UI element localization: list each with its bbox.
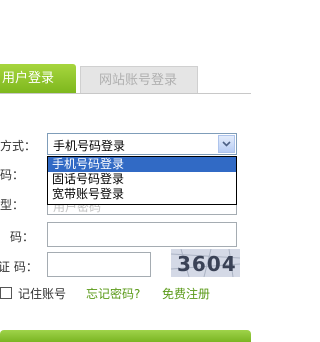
login-type-label: 方式：	[0, 139, 37, 153]
tab-divider	[0, 93, 251, 94]
login-button[interactable]	[0, 330, 251, 342]
tab-bar: 用户登录 网站账号登录	[0, 0, 251, 94]
account-label: 号码：	[0, 168, 25, 182]
forgot-password-link[interactable]: 忘记密码?	[86, 285, 140, 302]
login-type-dropdown: 手机号码登录 固话号码登录 宽带账号登录	[47, 156, 237, 205]
option-broadband[interactable]: 宽带账号登录	[48, 187, 236, 202]
option-landline[interactable]: 固话号码登录	[48, 172, 236, 187]
captcha-text: 3604	[177, 252, 237, 276]
password-type-label: 类型：	[0, 198, 25, 212]
tab-user-login[interactable]: 用户登录	[0, 64, 76, 94]
option-mobile[interactable]: 手机号码登录	[48, 157, 236, 172]
register-link[interactable]: 免费注册	[162, 285, 210, 302]
captcha-label: 证 码：	[0, 260, 38, 274]
chevron-down-icon[interactable]	[218, 135, 235, 153]
login-type-select[interactable]: 手机号码登录	[47, 133, 237, 155]
tab-website-account-login[interactable]: 网站账号登录	[80, 66, 198, 94]
remember-label: 记住账号	[18, 287, 67, 301]
password-label: 码：	[10, 230, 35, 244]
password-input[interactable]	[47, 222, 237, 247]
remember-checkbox[interactable]	[0, 287, 12, 299]
captcha-image[interactable]: 3604	[171, 249, 240, 277]
login-type-selected: 手机号码登录	[53, 139, 126, 153]
captcha-input[interactable]	[47, 252, 151, 277]
